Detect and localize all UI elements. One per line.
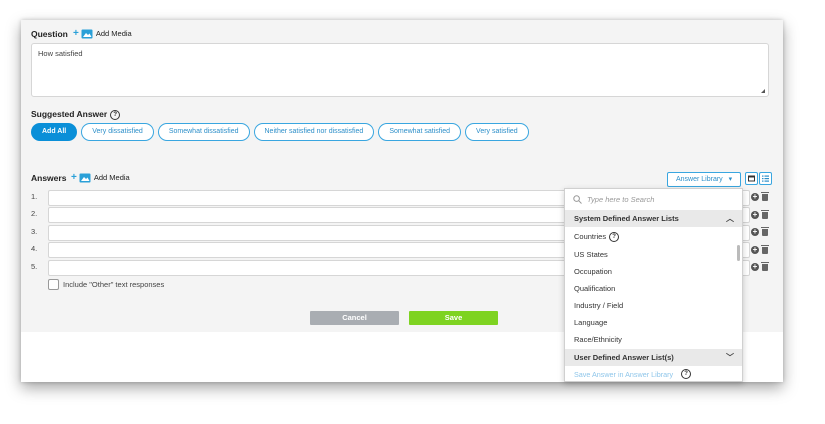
suggested-answer-chips: Add All Very dissatisfied Somewhat dissa… xyxy=(31,123,529,141)
image-icon xyxy=(81,29,93,38)
caret-down-icon: ▾ xyxy=(728,176,733,183)
chevron-down-icon: ﹀ xyxy=(726,353,734,362)
suggested-chip[interactable]: Somewhat dissatisfied xyxy=(157,123,250,141)
answer-library-button[interactable]: Answer Library ▾ xyxy=(667,172,742,187)
row-actions: + xyxy=(751,261,769,271)
add-answer-icon[interactable]: + xyxy=(751,263,759,271)
library-item[interactable]: Occupation xyxy=(574,267,612,276)
row-actions: + xyxy=(751,244,769,254)
plus-icon: + xyxy=(71,172,77,183)
library-item[interactable]: Qualification xyxy=(574,284,615,293)
save-button[interactable]: Save xyxy=(409,311,498,325)
save-to-library-label: Save Answer in Answer Library xyxy=(574,369,674,379)
library-item[interactable]: Countries? xyxy=(574,232,620,243)
library-search-input[interactable]: Type here to Search xyxy=(565,189,742,210)
suggested-chip[interactable]: Neither satisfied nor dissatisfied xyxy=(253,123,375,141)
question-add-media-button[interactable]: + Add Media xyxy=(73,28,132,39)
library-item[interactable]: Race/Ethnicity xyxy=(574,335,622,344)
answer-number: 5. xyxy=(31,262,38,271)
trash-icon[interactable] xyxy=(761,191,769,201)
save-to-library-link[interactable]: Save Answer in Answer Library? xyxy=(574,369,692,379)
answer-number: 1. xyxy=(31,192,38,201)
question-label: Question xyxy=(31,29,68,39)
add-all-button[interactable]: Add All xyxy=(31,123,78,141)
suggested-answer-label-text: Suggested Answer xyxy=(31,109,108,119)
chevron-up-icon: ︿ xyxy=(726,214,734,223)
answers-add-media-button[interactable]: + Add Media xyxy=(71,172,130,183)
trash-icon[interactable] xyxy=(761,244,769,254)
answer-library-dropdown: Type here to Search System Defined Answe… xyxy=(564,188,743,382)
other-responses-label: Include "Other" text responses xyxy=(63,280,165,289)
square-view-icon xyxy=(748,175,755,182)
row-actions: + xyxy=(751,191,769,201)
other-responses-checkbox[interactable] xyxy=(48,279,59,290)
answers-label: Answers xyxy=(31,173,67,183)
answer-number: 4. xyxy=(31,244,38,253)
row-actions: + xyxy=(751,226,769,236)
answer-number: 3. xyxy=(31,227,38,236)
add-media-label: Add Media xyxy=(95,29,132,38)
add-answer-icon[interactable]: + xyxy=(751,193,759,201)
list-view-button[interactable] xyxy=(759,172,772,185)
user-lists-header[interactable]: User Defined Answer List(s) ﹀ xyxy=(565,349,742,366)
question-text: How satisfied xyxy=(38,49,83,58)
resize-handle[interactable] xyxy=(761,89,765,93)
cancel-button[interactable]: Cancel xyxy=(310,311,399,325)
answer-number: 2. xyxy=(31,209,38,218)
trash-icon[interactable] xyxy=(761,261,769,271)
system-lists-header[interactable]: System Defined Answer Lists ︿ xyxy=(565,210,742,227)
library-item[interactable]: Industry / Field xyxy=(574,301,623,310)
system-lists-header-text: System Defined Answer Lists xyxy=(574,214,679,223)
plus-icon: + xyxy=(73,28,79,39)
suggested-chip[interactable]: Very satisfied xyxy=(465,123,529,141)
suggested-chip[interactable]: Somewhat satisfied xyxy=(378,123,462,141)
help-icon[interactable]: ? xyxy=(681,369,692,379)
trash-icon[interactable] xyxy=(761,226,769,236)
help-icon[interactable]: ? xyxy=(609,232,620,243)
library-item[interactable]: US States xyxy=(574,250,608,259)
suggested-answer-label: Suggested Answer? xyxy=(31,109,121,120)
other-responses-option[interactable]: Include "Other" text responses xyxy=(48,279,164,290)
suggested-chip[interactable]: Very dissatisfied xyxy=(81,123,154,141)
answer-library-label: Answer Library xyxy=(676,176,723,183)
add-answer-icon[interactable]: + xyxy=(751,246,759,254)
add-media-label: Add Media xyxy=(93,173,130,182)
user-lists-header-text: User Defined Answer List(s) xyxy=(574,353,674,362)
dropdown-scrollbar[interactable] xyxy=(737,245,740,261)
add-answer-icon[interactable]: + xyxy=(751,211,759,219)
add-answer-icon[interactable]: + xyxy=(751,228,759,236)
help-icon[interactable]: ? xyxy=(110,109,121,120)
search-placeholder: Type here to Search xyxy=(587,195,655,204)
trash-icon[interactable] xyxy=(761,209,769,219)
question-editor-card: Question + Add Media How satisfied Sugge… xyxy=(21,20,783,382)
row-actions: + xyxy=(751,209,769,219)
library-item-label: Countries xyxy=(574,232,607,241)
search-icon xyxy=(573,195,582,204)
list-view-icon xyxy=(762,175,769,182)
image-icon xyxy=(79,173,91,182)
question-text-field[interactable]: How satisfied xyxy=(31,43,769,97)
library-item[interactable]: Language xyxy=(574,318,607,327)
single-column-view-button[interactable] xyxy=(745,172,758,185)
